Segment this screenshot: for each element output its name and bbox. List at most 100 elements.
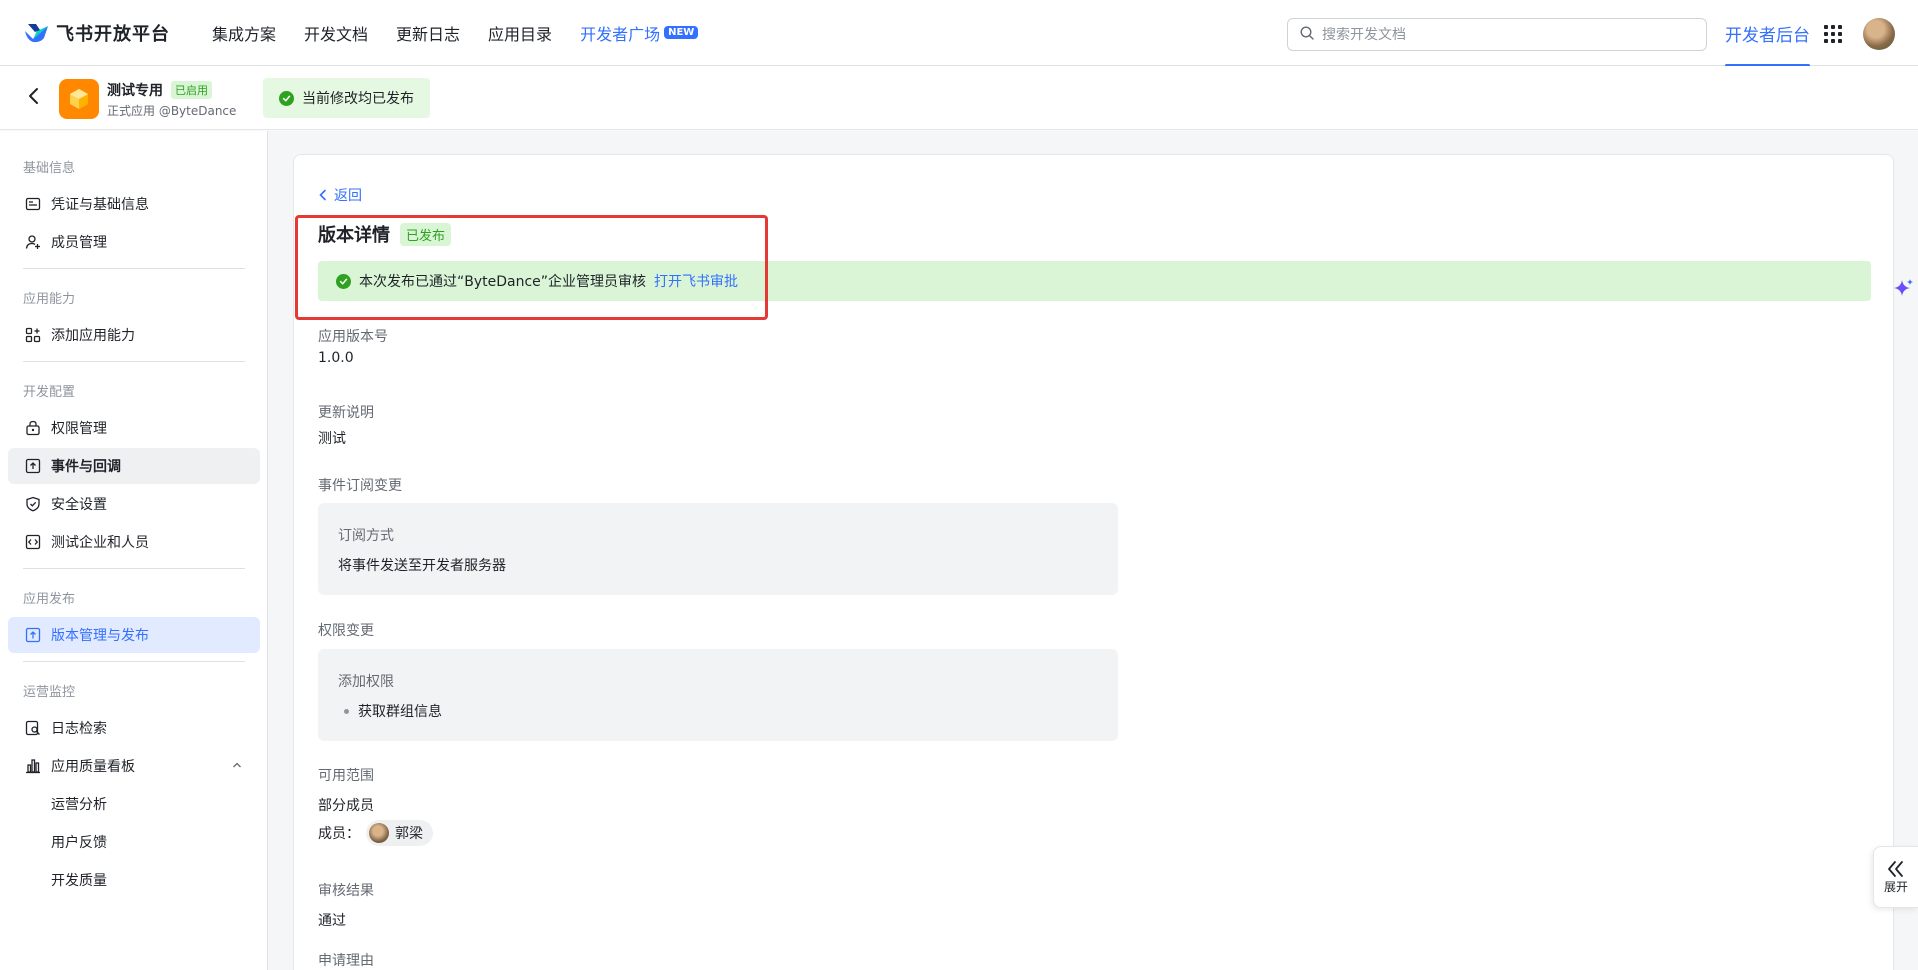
sidebar-divider	[23, 568, 245, 569]
log-search-icon	[25, 720, 40, 736]
main-content: 返回 版本详情 已发布 本次发布已通过“ByteDance”企业管理员审核 打开…	[268, 131, 1918, 970]
sidebar-item-log-search[interactable]: 日志检索	[8, 710, 260, 746]
bullet-icon	[344, 709, 349, 714]
upload-box-icon	[25, 627, 41, 643]
nav-app-directory[interactable]: 应用目录	[488, 21, 552, 45]
back-arrow-icon[interactable]	[24, 86, 44, 106]
scope-value: 部分成员	[318, 798, 374, 814]
reason-label: 申请理由	[318, 953, 374, 969]
shield-icon	[26, 496, 40, 512]
sidebar-item-security[interactable]: 安全设置	[8, 486, 260, 522]
sidebar-group-release: 应用发布	[23, 592, 76, 607]
release-notes-value: 测试	[318, 431, 346, 447]
user-avatar[interactable]	[1863, 18, 1895, 50]
event-changes-box: 订阅方式 将事件发送至开发者服务器	[318, 503, 1118, 595]
search-box[interactable]	[1287, 18, 1707, 51]
logo-text: 飞书开放平台	[56, 23, 170, 45]
sidebar-divider	[23, 361, 245, 362]
sidebar-item-permissions[interactable]: 权限管理	[8, 410, 260, 446]
review-result-label: 审核结果	[318, 883, 374, 899]
app-icon	[59, 79, 99, 119]
publish-status-banner: 当前修改均已发布	[263, 78, 430, 118]
sidebar-divider	[23, 661, 245, 662]
app-subtitle: 正式应用 @ByteDance	[107, 104, 237, 118]
sidebar-item-credentials[interactable]: 凭证与基础信息	[8, 186, 260, 222]
sidebar-item-version-release[interactable]: 版本管理与发布	[8, 617, 260, 653]
version-value: 1.0.0	[318, 350, 354, 366]
version-label: 应用版本号	[318, 329, 388, 345]
check-circle-icon	[279, 90, 294, 106]
double-chevron-left-icon	[1888, 860, 1903, 877]
nav-changelog[interactable]: 更新日志	[396, 21, 460, 45]
sidebar-item-quality-dashboard[interactable]: 应用质量看板	[8, 748, 260, 784]
sidebar-item-test-tenants[interactable]: 测试企业和人员	[8, 524, 260, 560]
box-icon	[70, 89, 88, 109]
sidebar-item-label: 添加应用能力	[51, 328, 135, 344]
scope-label: 可用范围	[318, 768, 374, 784]
expand-panel-button[interactable]: 展开	[1873, 846, 1918, 908]
sidebar-item-add-capability[interactable]: 添加应用能力	[8, 317, 260, 353]
feishu-logo[interactable]: 飞书开放平台	[24, 20, 170, 46]
sidebar-item-label: 权限管理	[51, 421, 107, 437]
sidebar-item-label: 成员管理	[51, 235, 107, 251]
sidebar-item-user-feedback[interactable]: 用户反馈	[8, 824, 260, 860]
sidebar-group-capabilities: 应用能力	[23, 292, 76, 307]
subscription-method-label: 订阅方式	[338, 528, 394, 544]
nav-docs[interactable]: 开发文档	[304, 21, 368, 45]
code-box-icon	[25, 534, 41, 550]
chevron-up-icon	[233, 762, 241, 768]
feishu-logo-icon	[24, 22, 50, 44]
sidebar-group-dev-config: 开发配置	[23, 385, 76, 400]
subscription-method-value: 将事件发送至开发者服务器	[338, 558, 506, 574]
add-capability-icon	[25, 327, 41, 343]
sidebar-item-dev-quality[interactable]: 开发质量	[8, 862, 260, 898]
sidebar-item-label: 事件与回调	[51, 459, 121, 475]
sidebar-item-members[interactable]: 成员管理	[8, 224, 260, 260]
back-link-label: 返回	[334, 188, 362, 204]
back-link[interactable]: 返回	[318, 185, 362, 205]
ai-assistant-sparkle-icon[interactable]	[1888, 274, 1918, 304]
review-result-value: 通过	[318, 913, 346, 929]
sidebar-item-events[interactable]: 事件与回调	[8, 448, 260, 484]
bar-chart-icon	[26, 759, 40, 774]
app-header: 测试专用 已启用 正式应用 @ByteDance 当前修改均已发布	[0, 66, 1918, 130]
member-chip[interactable]: 郭梁	[366, 820, 433, 846]
new-badge: NEW	[664, 26, 699, 39]
version-detail-card: 返回 版本详情 已发布 本次发布已通过“ByteDance”企业管理员审核 打开…	[293, 154, 1894, 970]
sidebar: 基础信息 凭证与基础信息 成员管理 应用能力 添加应用能力 开发配置 权限管理 …	[0, 131, 268, 970]
highlight-box	[295, 215, 768, 320]
sidebar-item-label: 凭证与基础信息	[51, 197, 149, 213]
member-row: 成员： 郭梁	[318, 820, 433, 846]
nav-developer-square[interactable]: 开发者广场 NEW	[580, 21, 699, 45]
developer-backend-link[interactable]: 开发者后台	[1725, 0, 1810, 67]
publish-status-text: 当前修改均已发布	[302, 91, 414, 107]
search-icon	[1300, 25, 1314, 44]
lock-icon	[26, 420, 40, 436]
sidebar-group-basic: 基础信息	[23, 161, 76, 176]
sidebar-item-ops-analysis[interactable]: 运营分析	[8, 786, 260, 822]
nav-integration[interactable]: 集成方案	[212, 21, 276, 45]
sidebar-item-label: 版本管理与发布	[51, 628, 149, 644]
sidebar-group-monitoring: 运营监控	[23, 685, 76, 700]
event-callback-icon	[25, 458, 41, 474]
added-permission-item: 获取群组信息	[358, 704, 442, 720]
sidebar-item-label: 安全设置	[51, 497, 107, 513]
member-name: 郭梁	[395, 826, 423, 842]
chevron-left-icon	[319, 189, 326, 201]
credential-card-icon	[25, 197, 41, 211]
added-permissions-label: 添加权限	[338, 674, 394, 690]
permission-changes-box: 添加权限 获取群组信息	[318, 649, 1118, 741]
app-name-text: 测试专用	[107, 83, 163, 99]
add-user-icon	[25, 235, 40, 249]
top-navigation: 飞书开放平台 集成方案 开发文档 更新日志 应用目录 开发者广场 NEW 开发者…	[0, 0, 1918, 67]
sidebar-item-label: 应用质量看板	[51, 759, 135, 775]
apps-grid-icon[interactable]	[1824, 25, 1842, 43]
sidebar-divider	[23, 268, 245, 269]
permission-changes-label: 权限变更	[318, 623, 374, 639]
expand-label: 展开	[1883, 879, 1908, 894]
main-nav: 集成方案 开发文档 更新日志 应用目录 开发者广场 NEW	[212, 0, 726, 66]
sidebar-item-label: 测试企业和人员	[51, 535, 149, 551]
member-avatar	[369, 823, 389, 843]
search-input[interactable]	[1322, 26, 1682, 43]
event-changes-label: 事件订阅变更	[318, 478, 402, 494]
